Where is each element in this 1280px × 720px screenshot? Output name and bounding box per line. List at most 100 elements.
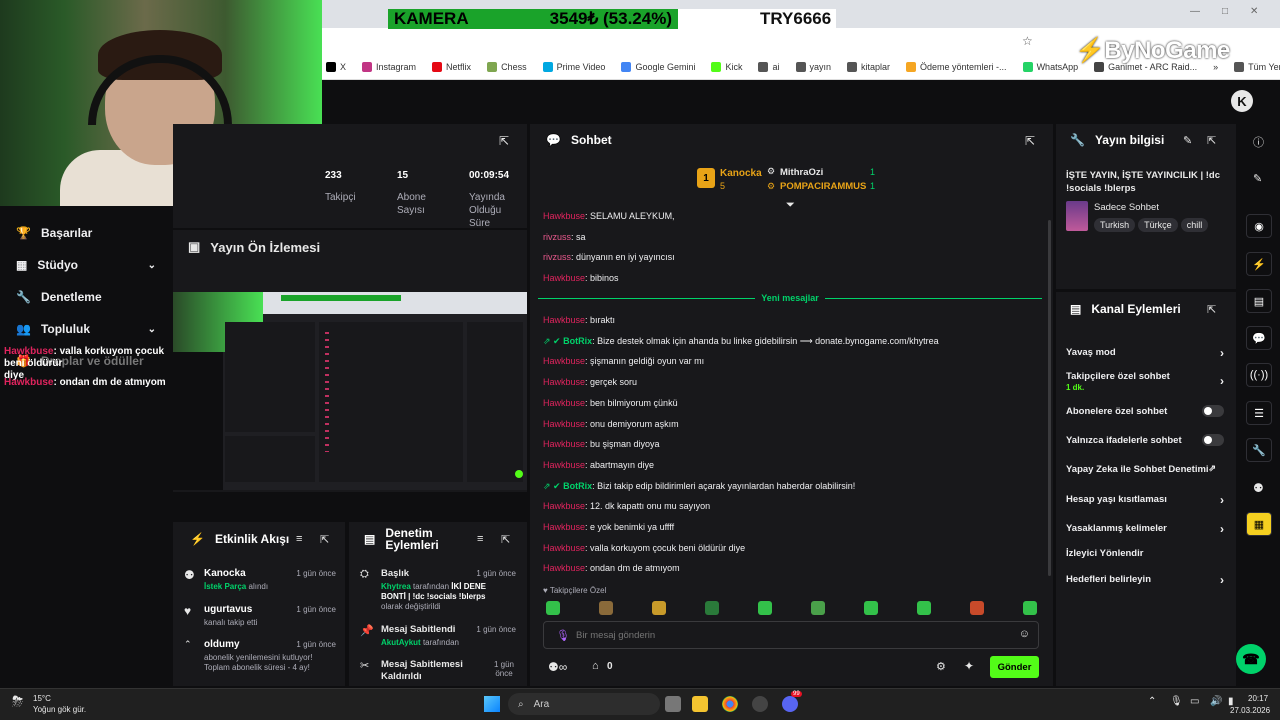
file-explorer-icon[interactable] (692, 696, 708, 712)
sidebar-item-community[interactable]: 👥 Topluluk ⌄ (16, 322, 156, 336)
chat-scrollbar[interactable] (1048, 220, 1051, 576)
bookmark-item[interactable]: Netflix (432, 62, 471, 72)
bookmark-item[interactable]: WhatsApp (1022, 62, 1078, 72)
emote[interactable] (864, 601, 878, 615)
emote[interactable] (970, 601, 984, 615)
task-view-icon[interactable] (665, 696, 681, 712)
channel-action-item[interactable]: Hedefleri belirleyin › (1066, 573, 1224, 587)
expand-icon[interactable]: ⇱ (1207, 303, 1216, 316)
toggle-switch[interactable] (1202, 434, 1224, 446)
windows-start-icon[interactable] (484, 696, 500, 712)
clock-time[interactable]: 20:17 (1248, 694, 1268, 703)
expand-icon[interactable]: ⇱ (501, 533, 510, 546)
bookmark-item[interactable]: kitaplar (847, 62, 890, 72)
wrench-icon[interactable]: 🔧 (1246, 438, 1272, 462)
volume-icon[interactable]: 🔊 (1210, 696, 1222, 707)
channel-action-item[interactable]: İzleyici Yönlendir (1066, 548, 1224, 559)
tag[interactable]: chill (1180, 218, 1209, 232)
document-icon[interactable]: ▤ (1246, 289, 1272, 313)
display-icon[interactable]: ▭ (1190, 696, 1199, 707)
tray-chevron-icon[interactable]: ⌃ (1148, 696, 1156, 707)
bookmark-item[interactable]: Prime Video (542, 62, 605, 72)
maximize-icon[interactable]: □ (1222, 6, 1228, 17)
bookmark-item[interactable]: Instagram (362, 62, 416, 72)
clock-date[interactable]: 27.03.2026 (1230, 706, 1270, 715)
edit-icon[interactable]: ✎ (1183, 134, 1192, 147)
toggle-switch[interactable] (1202, 405, 1224, 417)
channel-action-item[interactable]: Yasaklanmış kelimeler › (1066, 522, 1224, 536)
channel-action-item[interactable]: Yapay Zeka ile Sohbet Denetimi ⇗ (1066, 463, 1224, 475)
chat-message: Hawkbuse: bıraktı (543, 315, 616, 325)
chat-title: 💬 Sohbet (546, 133, 612, 147)
support-button[interactable]: ☎ (1236, 644, 1266, 674)
settings-icon[interactable]: ⚙ (936, 660, 946, 673)
stack-icon[interactable]: ☰ (1246, 401, 1272, 425)
bookmark-item[interactable]: yayın (795, 62, 831, 72)
close-icon[interactable]: ✕ (1250, 6, 1258, 17)
expand-icon[interactable]: ⇱ (1207, 134, 1216, 147)
chat-input[interactable]: 🎙 ☺ (543, 621, 1039, 649)
info-icon[interactable]: ⓘ (1253, 134, 1264, 150)
filter-icon[interactable]: ≡ (477, 533, 483, 545)
collapse-icon[interactable]: ⏷ (786, 199, 795, 212)
expand-icon[interactable]: ⇱ (1025, 134, 1035, 148)
bits-icon[interactable]: ⚉ (1253, 481, 1264, 495)
emote[interactable] (705, 601, 719, 615)
channel-action-item[interactable]: Abonelere özel sohbet (1066, 405, 1224, 417)
camera-focus-icon[interactable]: ◉ (1246, 214, 1272, 238)
weather-icon[interactable]: ⛈ (12, 693, 23, 710)
chrome-icon[interactable] (722, 696, 738, 712)
emote[interactable] (917, 601, 931, 615)
emote[interactable] (758, 601, 772, 615)
bookmark-item[interactable]: Chess (487, 62, 527, 72)
broadcast-icon[interactable]: ((·)) (1246, 363, 1272, 387)
store-icon[interactable]: ⌂ (592, 660, 599, 672)
emote[interactable] (546, 601, 560, 615)
bookmark-item[interactable]: Kick (711, 62, 742, 72)
stream-preview-video[interactable] (173, 292, 527, 490)
mod-action-row: ✂ Mesaj Sabitlemesi Kaldırıldı 1 gün önc… (360, 659, 515, 682)
chat-bubble-icon[interactable]: 💬 (1246, 326, 1272, 350)
bookmark-icon (795, 62, 806, 72)
emote[interactable] (599, 601, 613, 615)
sidebar-item-moderation[interactable]: 🔧 Denetleme (16, 290, 156, 304)
calendar-icon[interactable]: ▦ (1246, 512, 1272, 536)
channel-action-item[interactable]: Hesap yaşı kısıtlaması › (1066, 493, 1224, 507)
emote[interactable] (811, 601, 825, 615)
expand-icon[interactable]: ⇱ (320, 533, 329, 546)
bookmark-item[interactable]: Google Gemini (621, 62, 695, 72)
star-icon[interactable]: ☆ (1022, 34, 1033, 48)
app-icon[interactable] (752, 696, 768, 712)
kick-logo-icon[interactable]: K (1231, 90, 1253, 112)
bookmark-item[interactable]: Ödeme yöntemleri -... (906, 62, 1007, 72)
channel-action-item[interactable]: Yavaş mod › (1066, 346, 1224, 360)
bookmark-item[interactable]: X (326, 62, 346, 72)
channel-points-icon[interactable]: ⚉∞ (548, 660, 567, 674)
channel-action-item[interactable]: Takipçilere özel sohbet 1 dk. › (1066, 371, 1224, 392)
discord-icon[interactable] (782, 696, 798, 712)
emote[interactable] (1023, 601, 1037, 615)
taskbar-search[interactable]: ⌕ Ara (508, 693, 660, 715)
emoji-icon[interactable]: ☺ (1019, 628, 1030, 640)
microphone-icon[interactable]: 🎙 (556, 629, 570, 642)
tag[interactable]: Türkçe (1138, 218, 1178, 232)
filter-icon[interactable]: ≡ (296, 533, 302, 545)
sidebar-item-studio[interactable]: ▦ Stüdyo ⌄ (16, 258, 156, 272)
pencil-icon[interactable]: ✎ (1253, 172, 1262, 185)
microphone-icon[interactable]: 🎙 (1170, 696, 1183, 707)
minimize-icon[interactable]: — (1190, 6, 1200, 17)
bolt-icon[interactable]: ⚡ (1246, 252, 1272, 276)
expand-icon[interactable]: ⇱ (499, 134, 509, 148)
channel-action-item[interactable]: Yalnızca ifadelerle sohbet (1066, 434, 1224, 446)
tag[interactable]: Turkish (1094, 218, 1136, 232)
send-button[interactable]: Gönder (990, 656, 1039, 678)
bookmark-item[interactable]: ai (758, 62, 780, 72)
category-name[interactable]: Sadece Sohbet (1094, 202, 1159, 213)
emote[interactable] (652, 601, 666, 615)
left-sidebar: 🏆 Başarılar ▦ Stüdyo ⌄ 🔧 Denetleme 👥 Top… (0, 206, 172, 686)
bookmark-item[interactable]: Tüm Yer İşaretleri (1234, 62, 1280, 72)
mod-tools-icon[interactable]: ✦ (964, 659, 974, 673)
sidebar-item-achievements[interactable]: 🏆 Başarılar (16, 226, 156, 240)
chat-message: Hawkbuse: ben bilmiyorum çünkü (543, 397, 678, 408)
chat-input-field[interactable] (576, 627, 996, 643)
